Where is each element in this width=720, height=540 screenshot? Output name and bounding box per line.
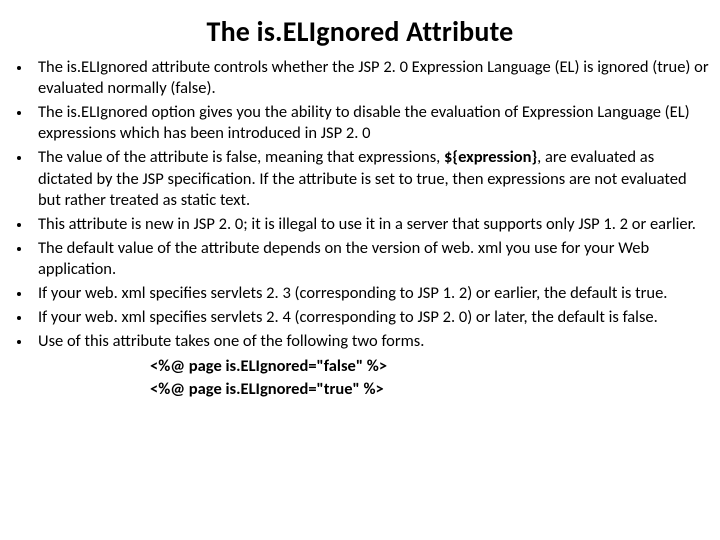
bullet-list: The is.ELIgnored attribute controls whet… bbox=[32, 57, 710, 352]
list-item: The is.ELIgnored attribute controls whet… bbox=[32, 57, 710, 99]
code-line: <%@ page is.ELIgnored="false" %> bbox=[150, 355, 710, 377]
list-item: The value of the attribute is false, mea… bbox=[32, 147, 710, 210]
code-line: <%@ page is.ELIgnored="true" %> bbox=[150, 378, 710, 400]
list-item: This attribute is new in JSP 2. 0; it is… bbox=[32, 214, 710, 235]
list-item: Use of this attribute takes one of the f… bbox=[32, 331, 710, 352]
list-item: The default value of the attribute depen… bbox=[32, 238, 710, 280]
slide-title: The is.ELIgnored Attribute bbox=[10, 14, 710, 49]
code-block: <%@ page is.ELIgnored="false" %> <%@ pag… bbox=[150, 355, 710, 400]
list-item: If your web. xml specifies servlets 2. 4… bbox=[32, 307, 710, 328]
slide: The is.ELIgnored Attribute The is.ELIgno… bbox=[0, 0, 720, 540]
list-item: The is.ELIgnored option gives you the ab… bbox=[32, 102, 710, 144]
list-item: If your web. xml specifies servlets 2. 3… bbox=[32, 283, 710, 304]
list-item-text: The value of the attribute is false, mea… bbox=[38, 147, 687, 209]
